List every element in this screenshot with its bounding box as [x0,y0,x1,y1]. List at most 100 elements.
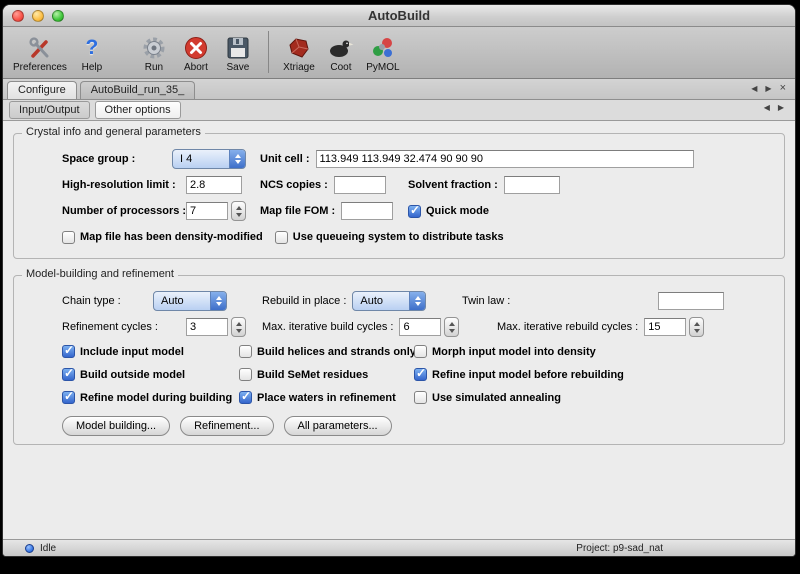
place-waters-checkbox[interactable]: Place waters in refinement [239,391,396,404]
checkbox-icon[interactable] [62,391,75,404]
processors-stepper[interactable] [231,201,246,221]
checkbox-icon[interactable] [239,368,252,381]
preferences-button[interactable]: Preferences [9,30,71,74]
project-label: Project: p9-sad_nat [576,543,663,554]
checkbox-icon[interactable] [414,391,427,404]
build-cycles-input[interactable] [399,318,441,336]
ncs-copies-input[interactable] [334,176,386,194]
checkbox-label: Morph input model into density [432,346,596,358]
refinement-cycles-stepper[interactable] [231,317,246,337]
chain-type-row: Chain type : Auto Rebuild in place : Aut… [22,288,776,314]
tab-autobuild-run[interactable]: AutoBuild_run_35_ [80,81,196,99]
checkbox-icon[interactable] [62,345,75,358]
checkbox-icon[interactable] [414,345,427,358]
checkbox-label: Build helices and strands only [257,346,416,358]
tab-prev-icon[interactable]: ◀ [751,84,757,93]
toolbar-divider [268,31,269,73]
processors-input[interactable] [186,202,228,220]
parameter-buttons-row: Model building... Refinement... All para… [22,416,776,436]
save-button[interactable]: Save [217,30,259,74]
refinement-cycles-field-group: Refinement cycles : [62,317,262,337]
unit-cell-label: Unit cell : [260,153,310,165]
checkbox-icon[interactable] [239,391,252,404]
pymol-button[interactable]: PyMOL [362,30,404,74]
chain-type-dropdown[interactable]: Auto [153,291,227,311]
unit-cell-input[interactable] [316,150,694,168]
status-indicator-icon [25,544,34,553]
title-bar[interactable]: AutoBuild [3,5,795,27]
subtab-prev-icon[interactable]: ◀ [764,103,770,112]
refine-during-building-checkbox[interactable]: Refine model during building [62,391,232,404]
build-semet-checkbox[interactable]: Build SeMet residues [239,368,368,381]
close-window-button[interactable] [12,10,24,22]
help-button[interactable]: ? Help [71,30,113,74]
twin-law-label: Twin law : [462,295,510,307]
solvent-fraction-input[interactable] [504,176,560,194]
rebuild-cycles-stepper[interactable] [689,317,704,337]
model-checkbox-grid: Include input model Build helices and st… [22,340,776,409]
tab-configure[interactable]: Configure [7,81,77,99]
xtriage-button[interactable]: Xtriage [278,30,320,74]
coot-button[interactable]: Coot [320,30,362,74]
queueing-label: Use queueing system to distribute tasks [293,231,504,243]
checkbox-icon[interactable] [239,345,252,358]
toolbar-item-label: Save [227,62,250,73]
rebuild-cycles-input[interactable] [644,318,686,336]
twin-law-input[interactable] [658,292,724,310]
checkbox-icon[interactable] [62,368,75,381]
autobuild-window: AutoBuild Preferences ? Help [2,4,796,557]
density-modified-checkbox[interactable]: Map file has been density-modified [62,231,263,244]
refinement-button[interactable]: Refinement... [180,416,273,436]
checkbox-icon[interactable] [62,231,75,244]
tab-input-output[interactable]: Input/Output [9,101,90,119]
floppy-disk-icon [225,35,251,62]
dropdown-arrows-icon [210,292,226,310]
include-input-model-checkbox[interactable]: Include input model [62,345,184,358]
build-outside-model-checkbox[interactable]: Build outside model [62,368,185,381]
space-group-dropdown[interactable]: I 4 [172,149,246,169]
dropdown-arrows-icon [229,150,245,168]
build-cycles-stepper[interactable] [444,317,459,337]
zoom-window-button[interactable] [52,10,64,22]
all-parameters-button[interactable]: All parameters... [284,416,392,436]
space-group-field-group: Space group : I 4 [62,149,260,169]
solvent-fraction-label: Solvent fraction : [408,179,498,191]
checkbox-icon[interactable] [275,231,288,244]
tab-other-options[interactable]: Other options [95,101,181,119]
tab-next-icon[interactable]: ▶ [765,84,771,93]
rebuild-in-place-dropdown[interactable]: Auto [352,291,426,311]
build-helices-strands-checkbox[interactable]: Build helices and strands only [239,345,416,358]
quick-mode-checkbox[interactable]: Quick mode [408,205,489,218]
simulated-annealing-checkbox[interactable]: Use simulated annealing [414,391,561,404]
high-res-label: High-resolution limit : [62,179,180,191]
pymol-molecule-icon [370,35,396,62]
checkbox-label: Include input model [80,346,184,358]
rebuild-cycles-label: Max. iterative rebuild cycles : [497,321,638,333]
high-res-field-group: High-resolution limit : [62,176,260,194]
space-group-row: Space group : I 4 Unit cell : [22,146,776,172]
high-res-input[interactable] [186,176,242,194]
refinement-cycles-input[interactable] [186,318,228,336]
abort-x-icon [183,35,209,62]
checkbox-icon[interactable] [408,205,421,218]
checkbox-label: Refine input model before rebuilding [432,369,624,381]
morph-input-model-checkbox[interactable]: Morph input model into density [414,345,596,358]
map-fom-input[interactable] [341,202,393,220]
help-question-icon: ? [86,35,99,62]
run-button[interactable]: Run [133,30,175,74]
checkbox-icon[interactable] [414,368,427,381]
refine-before-rebuilding-checkbox[interactable]: Refine input model before rebuilding [414,368,624,381]
subtab-next-icon[interactable]: ▶ [778,103,784,112]
abort-button[interactable]: Abort [175,30,217,74]
model-building-button[interactable]: Model building... [62,416,170,436]
minimize-window-button[interactable] [32,10,44,22]
tab-close-icon[interactable]: × [780,82,786,94]
subtab-nav-controls: ◀ ▶ [764,103,789,117]
density-modified-label: Map file has been density-modified [80,231,263,243]
chain-type-label: Chain type : [62,295,147,307]
quick-mode-label: Quick mode [426,205,489,217]
queueing-checkbox[interactable]: Use queueing system to distribute tasks [275,231,504,244]
cycles-row: Refinement cycles : Max. iterative build… [22,314,776,340]
rebuild-in-place-value: Auto [353,295,409,307]
window-title: AutoBuild [3,5,795,26]
